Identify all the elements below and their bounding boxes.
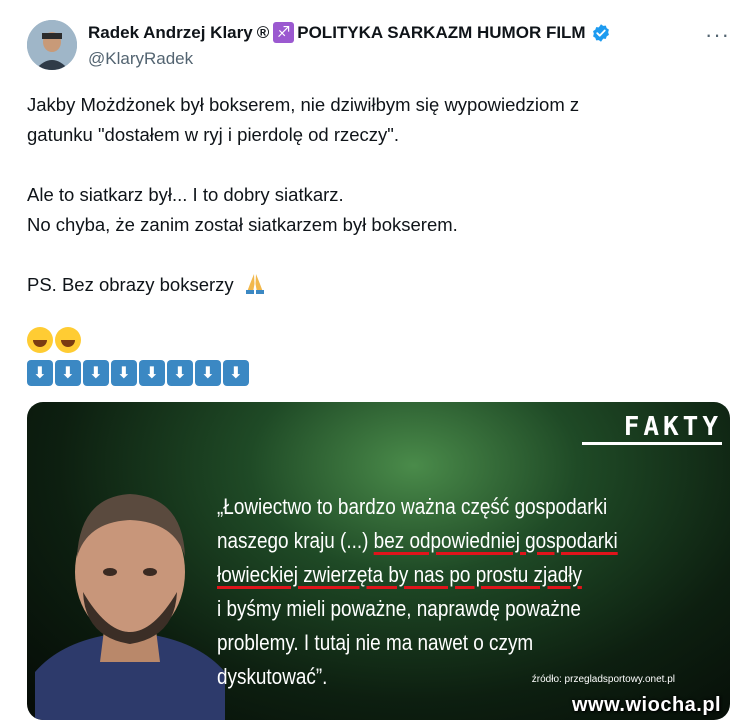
author-handle[interactable]: @KlaryRadek [88,49,193,69]
quote-line: „Łowiectwo to bardzo ważna część gospoda… [217,494,608,519]
rolling-laughing-icon [55,327,81,353]
rolling-laughing-icon [27,327,53,353]
down-arrow-icon: ⬇ [27,360,53,386]
laughing-emoji-row [27,327,81,353]
tweet-line: PS. Bez obrazy bokserzy [27,270,727,300]
down-arrow-icon: ⬇ [223,360,249,386]
tweet-line: No chyba, że zanim został siatkarzem był… [27,214,458,235]
tweet-media-image[interactable]: FAKTY „Łowiectwo to bardzo ważna część g… [27,402,730,720]
person-photo [35,494,225,720]
more-options-icon[interactable]: ··· [705,22,730,48]
down-arrow-icon: ⬇ [55,360,81,386]
fakty-logo: FAKTY [623,412,722,442]
source-caption: źródło: przegladsportowy.onet.pl [531,674,675,685]
tweet-line: Ale to siatkarz był... I to dobry siatka… [27,184,344,205]
logo-underline [582,442,722,445]
author-name-row[interactable]: Radek Andrzej Klary ® ♐ POLITYKA SARKAZM… [88,22,611,43]
quote-line: naszego kraju (...) bez odpowiedniej gos… [217,524,647,558]
down-arrow-emoji-row: ⬇ ⬇ ⬇ ⬇ ⬇ ⬇ ⬇ ⬇ [27,360,249,386]
down-arrow-icon: ⬇ [111,360,137,386]
quote-text: „Łowiectwo to bardzo ważna część gospoda… [217,490,647,694]
registered-mark: ® [256,22,270,42]
author-name[interactable]: Radek Andrzej Klary [88,23,253,43]
tweet-ps-text: PS. Bez obrazy bokserzy [27,274,234,295]
tweet-line: Jakby Możdżonek był bokserem, nie dziwił… [27,94,580,115]
quote-line: i byśmy mieli poważne, naprawdę poważne [217,596,581,621]
tweet-line: gatunku "dostałem w ryj i pierdolę od rz… [27,124,399,145]
site-watermark: www.wiocha.pl [572,694,722,716]
author-avatar[interactable] [27,20,77,70]
verified-badge-icon[interactable] [591,23,611,43]
down-arrow-icon: ⬇ [139,360,165,386]
sagittarius-icon: ♐ [273,22,295,43]
praying-hands-icon [239,274,267,295]
author-brand: POLITYKA SARKAZM HUMOR FILM [297,22,586,42]
quote-segment: naszego kraju (...) [217,528,374,553]
down-arrow-icon: ⬇ [195,360,221,386]
down-arrow-icon: ⬇ [167,360,193,386]
tweet-text: Jakby Możdżonek był bokserem, nie dziwił… [27,90,727,300]
down-arrow-icon: ⬇ [83,360,109,386]
quote-underlined-line: łowieckiej zwierzęta by nas po prostu zj… [217,562,582,587]
quote-underlined-segment: bez odpowiedniej gospodarki [373,528,618,553]
